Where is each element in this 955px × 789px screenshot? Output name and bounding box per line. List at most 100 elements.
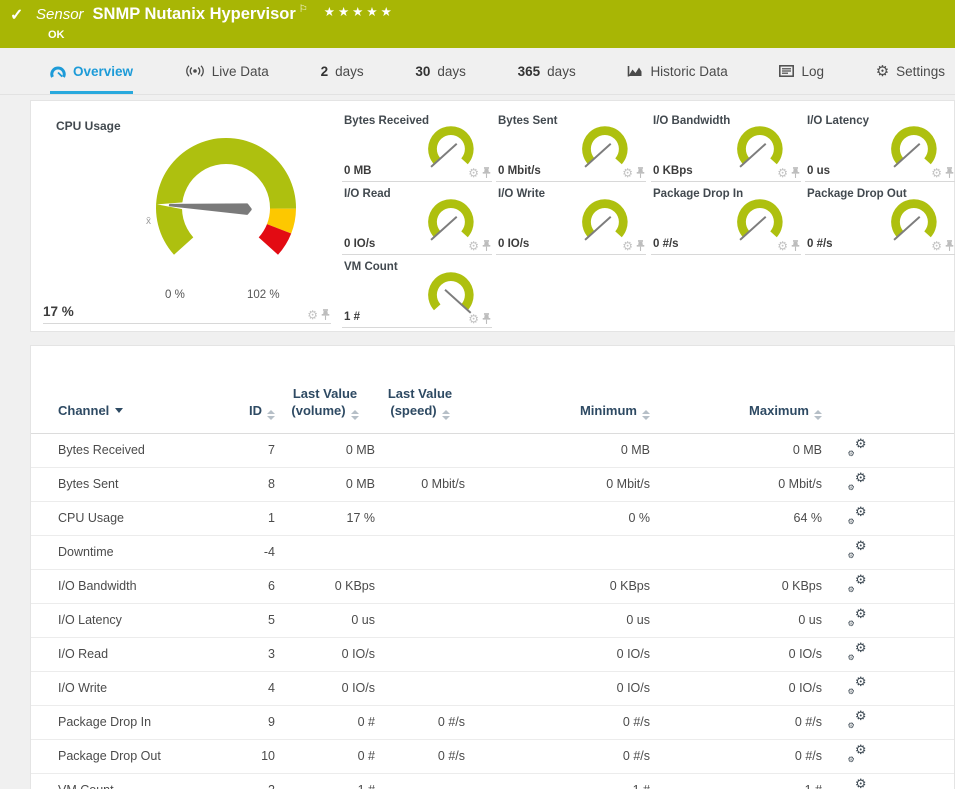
pin-icon[interactable] (636, 167, 645, 179)
tab-label: Log (801, 64, 824, 79)
gauge-title: CPU Usage (56, 119, 121, 133)
tab-settings[interactable]: ⚙ Settings (876, 48, 945, 94)
channel-id: 5 (208, 613, 275, 627)
last-value-volume: 0 KBps (275, 579, 375, 593)
channel-id: 2 (208, 783, 275, 789)
gauge-title: I/O Bandwidth (653, 115, 730, 127)
pin-icon[interactable] (945, 240, 954, 252)
priority-stars[interactable]: ★★★★★ (324, 4, 395, 19)
pin-icon[interactable] (321, 309, 330, 321)
gauge-settings-gear-icon[interactable]: ⚙ (931, 167, 942, 179)
channel-settings-icon[interactable]: ⚙⚙ (848, 611, 867, 627)
column-header-minimum[interactable]: Minimum (465, 403, 650, 433)
pin-icon[interactable] (945, 167, 954, 179)
table-row: I/O Read 3 0 IO/s 0 IO/s 0 IO/s ⚙⚙ (31, 638, 954, 672)
channel-name[interactable]: I/O Latency (58, 613, 208, 627)
column-header-channel[interactable]: Channel (58, 403, 208, 433)
channel-settings-icon[interactable]: ⚙⚙ (848, 679, 867, 695)
channel-name[interactable]: Downtime (58, 545, 208, 559)
table-row: Package Drop In 9 0 # 0 #/s 0 #/s 0 #/s … (31, 706, 954, 740)
gauge-settings-gear-icon[interactable]: ⚙ (622, 240, 633, 252)
channel-settings-icon[interactable]: ⚙⚙ (848, 509, 867, 525)
gauge-title: I/O Latency (807, 115, 869, 127)
sort-icon (442, 410, 450, 420)
table-row: I/O Latency 5 0 us 0 us 0 us ⚙⚙ (31, 604, 954, 638)
channel-name[interactable]: VM Count (58, 783, 208, 789)
sensor-title: SNMP Nutanix Hypervisor (93, 5, 296, 23)
tab-365-days[interactable]: 365 days (518, 48, 576, 94)
minimum-value: 0 #/s (465, 715, 650, 729)
channel-id: -4 (208, 545, 275, 559)
channel-name[interactable]: CPU Usage (58, 511, 208, 525)
maximum-value: 0 IO/s (650, 681, 822, 695)
tab-number: 365 (518, 64, 541, 79)
pin-icon[interactable] (482, 167, 491, 179)
gauge-settings-gear-icon[interactable]: ⚙ (931, 240, 942, 252)
channel-settings-icon[interactable]: ⚙⚙ (848, 781, 867, 789)
column-header-id[interactable]: ID (208, 403, 275, 433)
channel-id: 8 (208, 477, 275, 491)
pin-icon[interactable] (791, 240, 800, 252)
last-value-volume: 0 # (275, 749, 375, 763)
gauge-title: Bytes Received (344, 115, 429, 127)
channel-name[interactable]: I/O Read (58, 647, 208, 661)
gauge-value: 0 Mbit/s (498, 165, 541, 177)
flag-icon[interactable]: ⚐ (299, 4, 308, 15)
tab-overview[interactable]: Overview (50, 48, 133, 94)
channel-settings-icon[interactable]: ⚙⚙ (848, 645, 867, 661)
gauge-settings-gear-icon[interactable]: ⚙ (777, 167, 788, 179)
maximum-value: 0 us (650, 613, 822, 627)
cpu-gauge-dial: x̄ (146, 136, 306, 286)
pin-icon[interactable] (636, 240, 645, 252)
channel-name[interactable]: Bytes Received (58, 443, 208, 457)
gauge-panel-io-write: I/O Write 0 IO/s ⚙ (496, 186, 646, 255)
gauge-value: 0 IO/s (498, 238, 529, 250)
table-row: Bytes Sent 8 0 MB 0 Mbit/s 0 Mbit/s 0 Mb… (31, 468, 954, 502)
channel-name[interactable]: I/O Write (58, 681, 208, 695)
channel-name[interactable]: Package Drop In (58, 715, 208, 729)
gauge-value: 0 #/s (807, 238, 833, 250)
channel-settings-icon[interactable]: ⚙⚙ (848, 747, 867, 763)
minimum-value: 0 #/s (465, 749, 650, 763)
channel-name[interactable]: Package Drop Out (58, 749, 208, 763)
sort-icon (814, 410, 822, 420)
tab-30-days[interactable]: 30 days (415, 48, 466, 94)
pin-icon[interactable] (791, 167, 800, 179)
gauge-settings-gear-icon[interactable]: ⚙ (468, 240, 479, 252)
column-header-last-value-volume[interactable]: Last Value(volume) (275, 386, 375, 433)
gauge-settings-gear-icon[interactable]: ⚙ (777, 240, 788, 252)
gauge-settings-gear-icon[interactable]: ⚙ (468, 167, 479, 179)
pin-icon[interactable] (482, 313, 491, 325)
table-header-row: Channel ID Last Value(volume) Last Value… (31, 346, 954, 434)
gauge-panel-io-bandwidth: I/O Bandwidth 0 KBps ⚙ (651, 113, 801, 182)
channel-name[interactable]: Bytes Sent (58, 477, 208, 491)
tab-log[interactable]: Log (779, 48, 824, 94)
maximum-value: 0 Mbit/s (650, 477, 822, 491)
pin-icon[interactable] (482, 240, 491, 252)
maximum-value: 0 MB (650, 443, 822, 457)
channel-settings-icon[interactable]: ⚙⚙ (848, 475, 867, 491)
maximum-value: 64 % (650, 511, 822, 525)
channel-name[interactable]: I/O Bandwidth (58, 579, 208, 593)
gauge-settings-gear-icon[interactable]: ⚙ (468, 313, 479, 325)
gauge-settings-gear-icon[interactable]: ⚙ (307, 309, 318, 321)
channel-id: 4 (208, 681, 275, 695)
channel-settings-icon[interactable]: ⚙⚙ (848, 577, 867, 593)
channel-settings-icon[interactable]: ⚙⚙ (848, 713, 867, 729)
table-row: VM Count 2 1 # 1 # 1 # ⚙⚙ (31, 774, 954, 789)
channel-settings-icon[interactable]: ⚙⚙ (848, 543, 867, 559)
channel-settings-icon[interactable]: ⚙⚙ (848, 441, 867, 457)
gauge-settings-gear-icon[interactable]: ⚙ (622, 167, 633, 179)
maximum-value: 0 #/s (650, 715, 822, 729)
column-header-last-value-speed[interactable]: Last Value(speed) (375, 386, 465, 433)
column-header-maximum[interactable]: Maximum (650, 403, 822, 433)
tab-live-data[interactable]: Live Data (185, 48, 269, 94)
area-chart-icon (627, 65, 643, 78)
tab-historic-data[interactable]: Historic Data (627, 48, 727, 94)
sort-icon (642, 410, 650, 420)
channel-id: 7 (208, 443, 275, 457)
broadcast-icon (185, 65, 205, 77)
tab-2-days[interactable]: 2 days (321, 48, 364, 94)
tab-label: days (547, 64, 576, 79)
gauge-title: VM Count (344, 261, 398, 273)
